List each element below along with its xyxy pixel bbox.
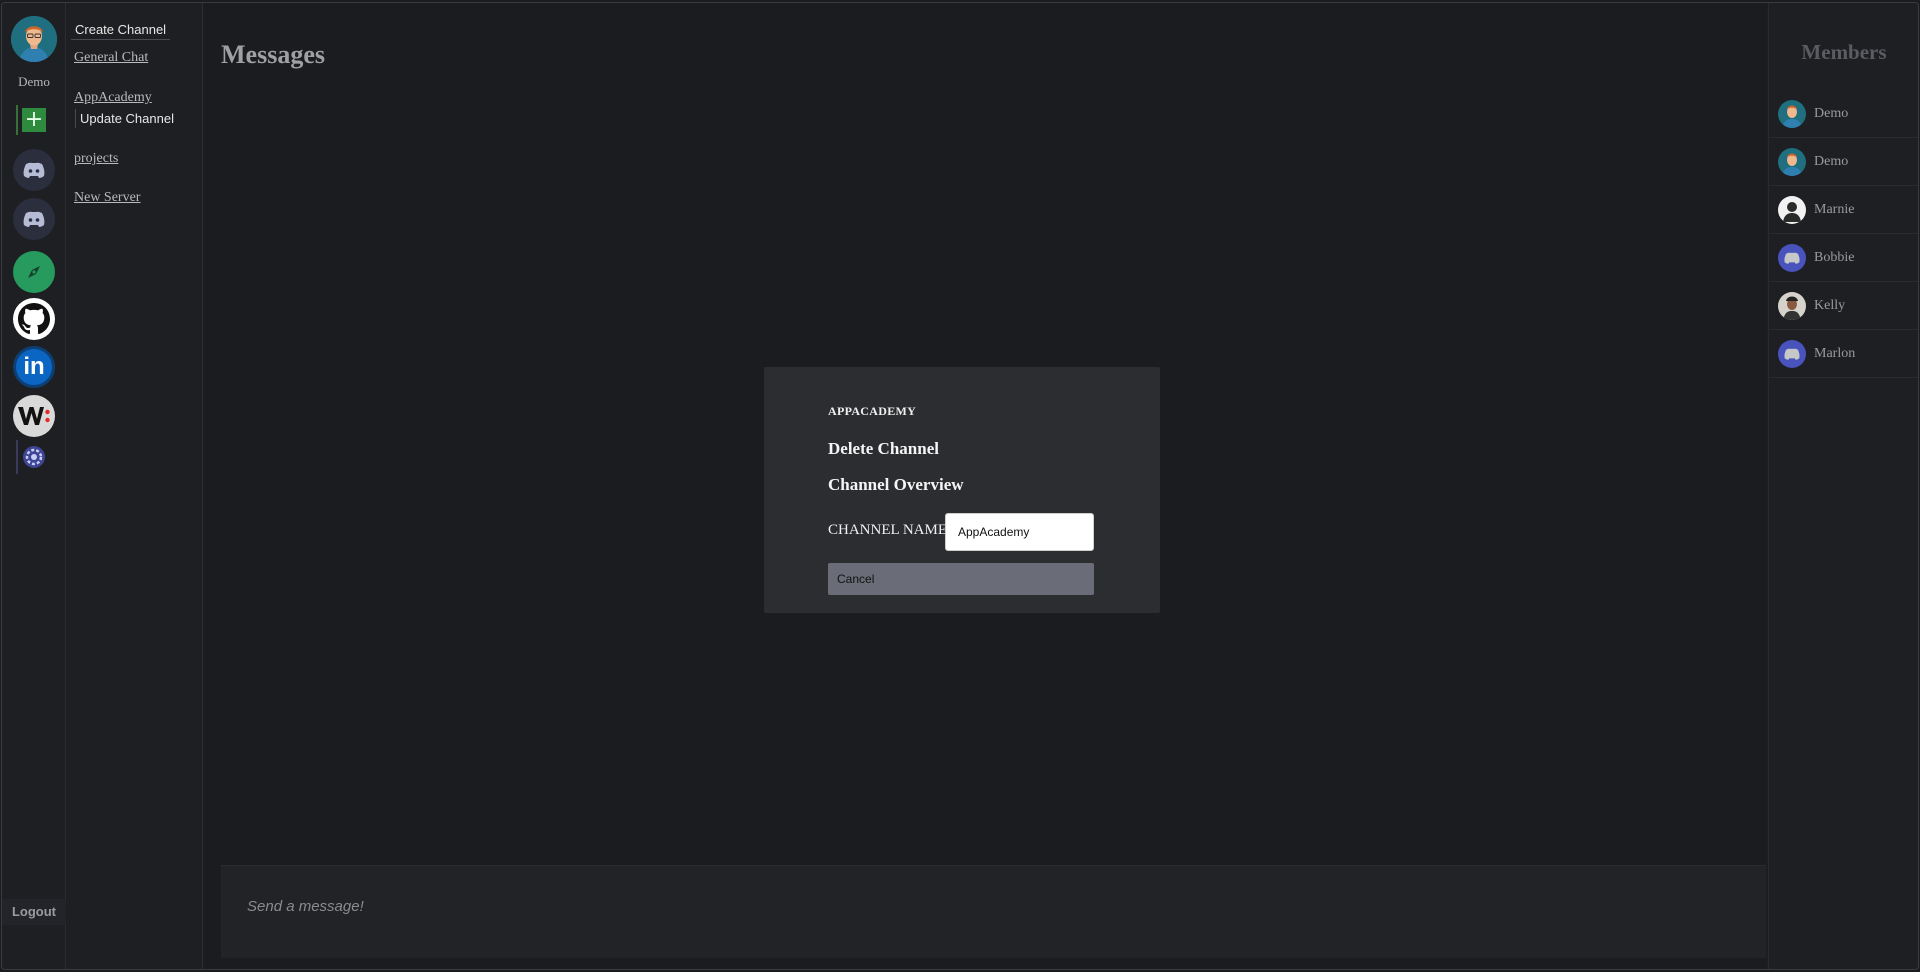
members-panel: Members Demo Demo Marnie Bobbie Kelly Ma… bbox=[1768, 3, 1918, 969]
member-item[interactable]: Marnie bbox=[1769, 187, 1918, 234]
member-name: Kelly bbox=[1814, 298, 1846, 313]
discord-icon bbox=[1778, 340, 1806, 368]
add-server-button[interactable]: + bbox=[16, 105, 50, 135]
avatar-man-icon bbox=[1778, 100, 1806, 128]
user-name: Demo bbox=[18, 74, 50, 89]
members-title: Members bbox=[1801, 40, 1887, 64]
channel-item-appacademy[interactable]: AppAcademy bbox=[74, 90, 152, 106]
cancel-button[interactable]: Cancel bbox=[828, 563, 1094, 595]
member-name: Demo bbox=[1814, 106, 1849, 121]
member-item[interactable]: Demo bbox=[1769, 91, 1918, 138]
channel-item-projects[interactable]: projects bbox=[74, 151, 118, 167]
message-composer[interactable]: Send a message! bbox=[221, 865, 1766, 958]
settings-icon bbox=[23, 446, 45, 468]
plus-icon: + bbox=[22, 108, 46, 132]
discord-icon bbox=[1778, 244, 1806, 272]
settings-button[interactable] bbox=[16, 440, 50, 474]
avatar-man-icon bbox=[1778, 148, 1806, 176]
delete-channel-button[interactable]: Delete Channel bbox=[828, 439, 939, 459]
member-item[interactable]: Bobbie bbox=[1769, 235, 1918, 282]
channel-item-general-chat[interactable]: General Chat bbox=[74, 50, 148, 66]
channel-list: Create Channel General Chat AppAcademy U… bbox=[67, 3, 203, 969]
member-item[interactable]: Demo bbox=[1769, 139, 1918, 186]
avatar-man-icon bbox=[11, 16, 57, 62]
channel-settings-modal: APPACADEMY Delete Channel Channel Overvi… bbox=[764, 367, 1160, 613]
page-title: Messages bbox=[221, 40, 325, 69]
channel-overview-heading: Channel Overview bbox=[828, 475, 964, 494]
logout-button[interactable]: Logout bbox=[2, 899, 66, 925]
channel-name-label: CHANNEL NAME bbox=[828, 522, 948, 538]
linkedin-link[interactable]: in bbox=[13, 346, 55, 388]
server-rail: Demo + in Logout bbox=[2, 3, 66, 969]
channel-item-new-server[interactable]: New Server bbox=[74, 190, 140, 206]
server-discord-1[interactable] bbox=[13, 149, 55, 191]
member-item[interactable]: Marlon bbox=[1769, 331, 1918, 378]
compass-icon bbox=[28, 266, 40, 278]
channel-name-input[interactable] bbox=[945, 513, 1094, 551]
discord-icon bbox=[23, 162, 45, 178]
explore-button[interactable] bbox=[13, 251, 55, 293]
github-link[interactable] bbox=[13, 298, 55, 340]
user-avatar[interactable] bbox=[11, 16, 57, 62]
message-input-placeholder[interactable]: Send a message! bbox=[247, 898, 364, 915]
update-channel-button[interactable]: Update Channel bbox=[75, 109, 178, 128]
linkedin-icon: in bbox=[23, 353, 45, 380]
wellfound-link[interactable] bbox=[13, 395, 55, 437]
app-window: Demo + in Logout Create Channel General … bbox=[1, 2, 1919, 970]
github-icon bbox=[13, 298, 55, 340]
member-name: Bobbie bbox=[1814, 250, 1855, 265]
member-name: Marlon bbox=[1814, 346, 1856, 361]
discord-icon bbox=[23, 211, 45, 227]
server-discord-2[interactable] bbox=[13, 198, 55, 240]
wellfound-icon bbox=[18, 407, 50, 425]
avatar-man-icon bbox=[1778, 292, 1806, 320]
create-channel-button[interactable]: Create Channel bbox=[71, 20, 171, 40]
modal-server-name: APPACADEMY bbox=[828, 404, 917, 418]
avatar-silhouette-icon bbox=[1778, 196, 1806, 224]
member-name: Marnie bbox=[1814, 202, 1855, 217]
member-name: Demo bbox=[1814, 154, 1849, 169]
member-item[interactable]: Kelly bbox=[1769, 283, 1918, 330]
